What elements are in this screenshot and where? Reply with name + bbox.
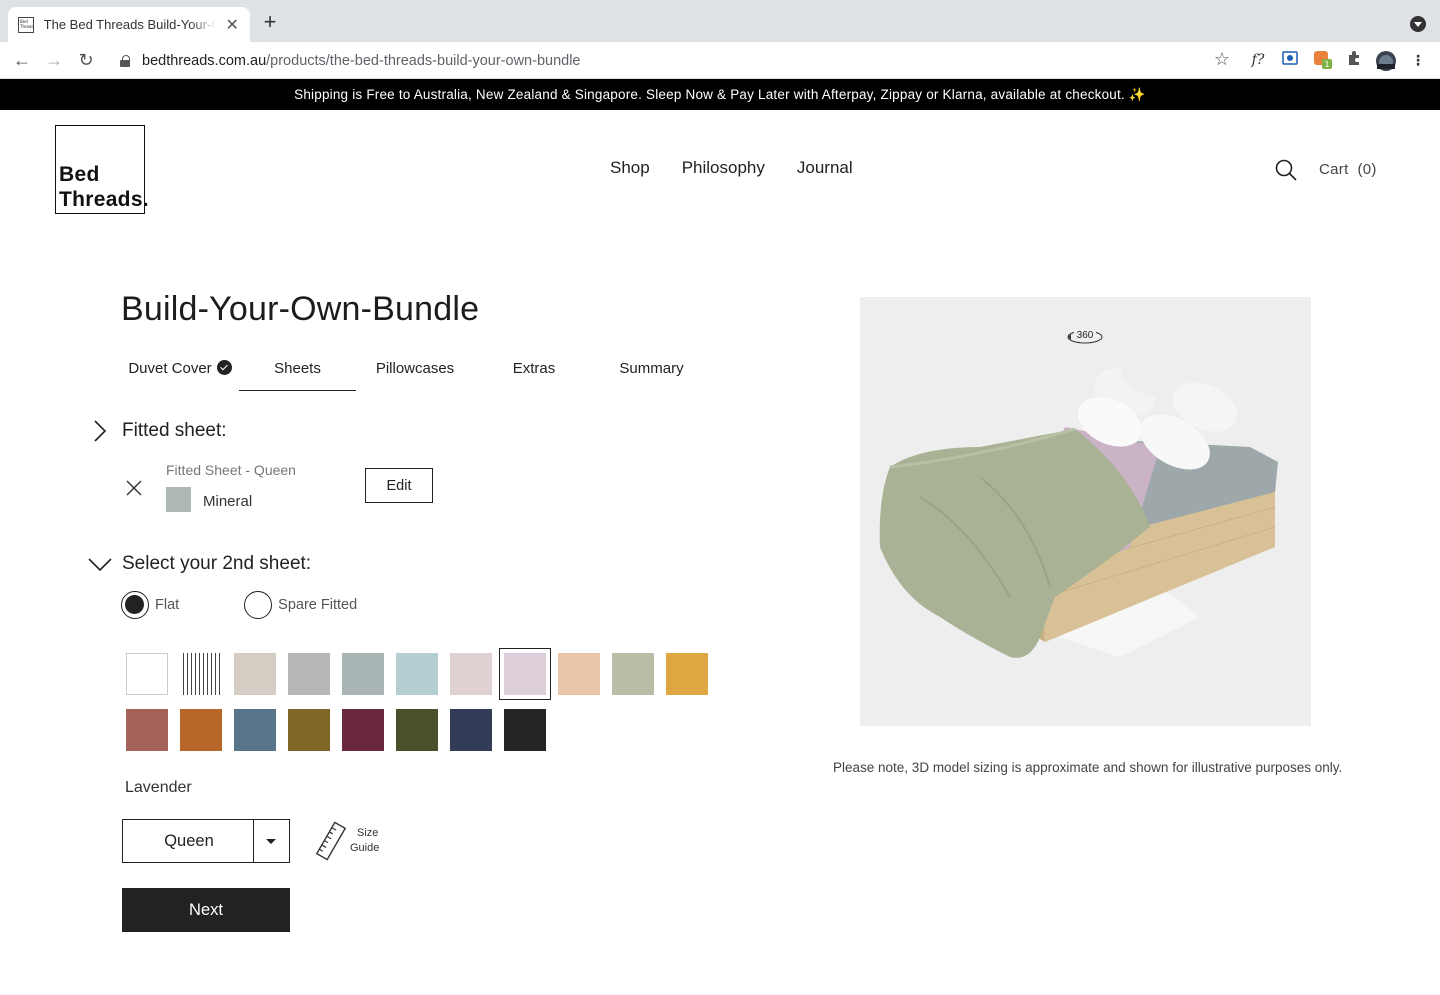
browser-menu-icon[interactable]: ⋮ xyxy=(1408,50,1428,70)
new-tab-button[interactable]: + xyxy=(258,10,282,34)
bed-model-image xyxy=(879,356,1278,658)
url-text: bedthreads.com.au/products/the-bed-threa… xyxy=(142,53,580,69)
viewer-note: Please note, 3D model sizing is approxim… xyxy=(833,760,1343,775)
page-title: Build-Your-Own-Bundle xyxy=(121,290,480,328)
profile-avatar-icon[interactable] xyxy=(1375,50,1396,71)
fonts-extension-icon[interactable]: f? xyxy=(1248,50,1268,70)
fitted-color-name: Mineral xyxy=(203,493,253,510)
lock-icon xyxy=(120,54,130,67)
cart-link[interactable]: Cart (0) xyxy=(1319,161,1377,178)
second-sheet-header[interactable]: Select your 2nd sheet: xyxy=(88,552,311,576)
color-swatch[interactable] xyxy=(288,653,330,695)
cart-count: (0) xyxy=(1357,161,1377,178)
step-duvet-cover[interactable]: Duvet Cover xyxy=(121,354,239,391)
color-swatch[interactable] xyxy=(396,709,438,751)
color-swatch[interactable] xyxy=(558,653,600,695)
extension-badge-count: 1 xyxy=(1324,60,1329,69)
color-swatch[interactable] xyxy=(342,653,384,695)
color-swatch[interactable] xyxy=(180,709,222,751)
color-swatch[interactable] xyxy=(234,653,276,695)
forward-icon[interactable]: → xyxy=(42,48,66,72)
color-swatch[interactable] xyxy=(499,648,551,700)
color-swatch[interactable] xyxy=(612,653,654,695)
color-swatch[interactable] xyxy=(288,709,330,751)
address-bar[interactable]: bedthreads.com.au/products/the-bed-threa… xyxy=(108,46,1238,75)
step-label: Extras xyxy=(512,360,556,377)
bookmark-star-icon[interactable]: ☆ xyxy=(1214,49,1230,70)
browser-tab[interactable]: Bed Threads The Bed Threads Build-Your-O… xyxy=(8,7,250,42)
nav-shop[interactable]: Shop xyxy=(610,158,650,178)
bundle-steps: Duvet Cover Sheets Pillowcases Extras Su… xyxy=(121,354,711,391)
fitted-sheet-heading: Fitted sheet: xyxy=(122,420,227,441)
extension-badge-icon[interactable]: 1 xyxy=(1313,50,1333,70)
color-swatch[interactable] xyxy=(126,653,168,695)
color-swatch[interactable] xyxy=(450,653,492,695)
second-sheet-heading: Select your 2nd sheet: xyxy=(122,553,312,574)
site-favicon-icon: Bed Threads xyxy=(18,16,34,33)
selected-color-name: Lavender xyxy=(125,779,192,796)
rotate-label: 360 xyxy=(1077,330,1094,341)
logo-line-1: Bed xyxy=(59,163,100,186)
browser-toolbar: ← → ↻ bedthreads.com.au/products/the-bed… xyxy=(0,42,1440,79)
color-swatch[interactable] xyxy=(234,709,276,751)
search-icon[interactable] xyxy=(1275,159,1297,181)
url-path: /products/the-bed-threads-build-your-own… xyxy=(266,52,581,69)
step-label: Pillowcases xyxy=(375,360,455,377)
step-label: Duvet Cover xyxy=(128,360,212,377)
tab-title: The Bed Threads Build-Your-Own-Bundle xyxy=(43,17,217,32)
fitted-item-name: Fitted Sheet - Queen xyxy=(166,462,296,478)
radio-spare-fitted-label[interactable]: Spare Fitted xyxy=(278,597,357,613)
check-circle-icon xyxy=(216,360,232,375)
step-sheets[interactable]: Sheets xyxy=(239,354,356,391)
color-swatch[interactable] xyxy=(666,653,708,695)
ruler-icon xyxy=(315,821,347,861)
step-extras[interactable]: Extras xyxy=(474,354,594,391)
screenshot-extension-icon[interactable] xyxy=(1280,50,1300,70)
remove-item-close-icon[interactable] xyxy=(125,479,143,497)
size-select[interactable]: Queen xyxy=(122,819,290,863)
color-swatch[interactable] xyxy=(504,709,546,751)
edit-button[interactable]: Edit xyxy=(365,468,433,503)
step-summary[interactable]: Summary xyxy=(594,354,709,391)
url-host: bedthreads.com.au xyxy=(142,52,267,69)
browser-tabstrip: Bed Threads The Bed Threads Build-Your-O… xyxy=(0,0,1440,42)
nav-philosophy[interactable]: Philosophy xyxy=(682,158,765,178)
tab-close-icon[interactable]: ✕ xyxy=(224,15,240,35)
next-button[interactable]: Next xyxy=(122,888,290,932)
step-pillowcases[interactable]: Pillowcases xyxy=(356,354,474,391)
size-guide-line1: Size xyxy=(357,827,379,839)
radio-flat-label[interactable]: Flat xyxy=(155,597,179,613)
extensions-puzzle-icon[interactable] xyxy=(1344,50,1364,70)
step-label: Summary xyxy=(619,360,684,377)
back-icon[interactable]: ← xyxy=(10,48,34,72)
nav-journal[interactable]: Journal xyxy=(797,158,853,178)
fitted-color-swatch xyxy=(166,487,191,512)
size-guide-line2: Guide xyxy=(350,842,380,854)
color-swatch[interactable] xyxy=(342,709,384,751)
color-swatch[interactable] xyxy=(180,653,222,695)
radio-spare-fitted[interactable] xyxy=(244,591,273,619)
size-guide-label: Size Guide xyxy=(350,826,379,856)
chevron-down-icon xyxy=(88,558,112,572)
radio-flat[interactable] xyxy=(121,591,149,619)
fitted-sheet-header[interactable]: Fitted sheet: xyxy=(88,419,227,443)
tab-search-icon[interactable] xyxy=(1410,16,1426,32)
size-guide-link[interactable]: Size Guide xyxy=(314,821,379,861)
sheet-type-options: Flat Spare Fitted xyxy=(121,591,357,619)
reload-icon[interactable]: ↻ xyxy=(74,48,98,72)
announcement-bar: Shipping is Free to Australia, New Zeala… xyxy=(0,79,1440,110)
color-swatch[interactable] xyxy=(450,709,492,751)
cart-label: Cart xyxy=(1319,161,1349,178)
rotate-360-icon[interactable]: 360 xyxy=(1065,325,1105,347)
dropdown-arrow-icon[interactable] xyxy=(253,820,289,862)
color-swatch[interactable] xyxy=(126,709,168,751)
size-select-value: Queen xyxy=(164,832,214,850)
product-3d-viewer[interactable]: 360 xyxy=(860,297,1311,726)
site-logo[interactable]: Bed Threads. xyxy=(55,125,149,214)
logo-line-2: Threads. xyxy=(59,188,149,211)
chevron-right-icon xyxy=(94,420,107,442)
main-nav: Shop Philosophy Journal xyxy=(610,158,853,178)
step-label: Sheets xyxy=(274,360,321,377)
color-swatch[interactable] xyxy=(396,653,438,695)
